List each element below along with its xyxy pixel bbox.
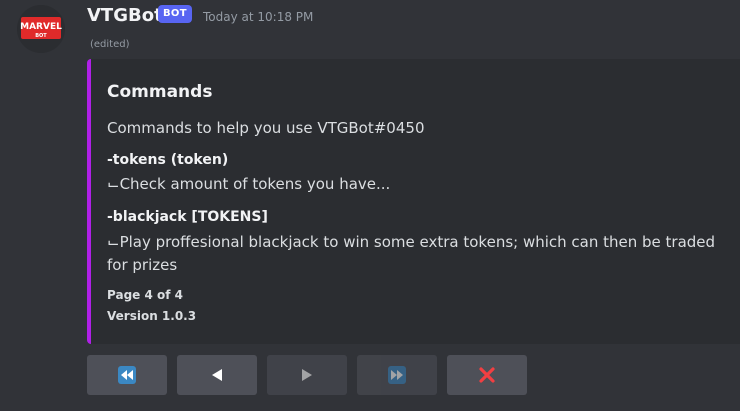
edited-indicator: (edited) (90, 39, 130, 50)
message-timestamp[interactable]: Today at 10:18 PM (203, 9, 313, 25)
avatar[interactable]: MARVEL BOT (17, 5, 65, 53)
marvel-bot-logo: MARVEL BOT (17, 5, 65, 53)
svg-text:BOT: BOT (35, 33, 47, 39)
embed-description: Commands to help you use VTGBot#0450 (107, 119, 425, 137)
embed: Commands Commands to help you use VTGBot… (87, 59, 740, 344)
username[interactable]: VTGBot (87, 5, 163, 27)
field-name: -blackjack [TOKENS] (107, 209, 268, 225)
footer-page: Page 4 of 4 (107, 288, 183, 302)
field-name: -tokens (token) (107, 152, 229, 168)
field-value: ⌙Check amount of tokens you have... (107, 175, 391, 193)
footer-version: Version 1.0.3 (107, 309, 197, 323)
fast-forward-icon (388, 366, 406, 384)
field-value: ⌙Play proffesional blackjack to win some… (107, 233, 716, 274)
last-page-button[interactable] (357, 355, 437, 395)
triangle-left-icon (212, 369, 222, 381)
previous-page-button[interactable] (177, 355, 257, 395)
next-page-button[interactable] (267, 355, 347, 395)
triangle-right-icon (302, 369, 312, 381)
embed-title: Commands (107, 82, 213, 102)
rewind-icon (118, 366, 136, 384)
close-icon (479, 367, 495, 383)
close-button[interactable] (447, 355, 527, 395)
first-page-button[interactable] (87, 355, 167, 395)
bot-tag: BOT (158, 5, 192, 23)
svg-text:MARVEL: MARVEL (20, 22, 62, 32)
